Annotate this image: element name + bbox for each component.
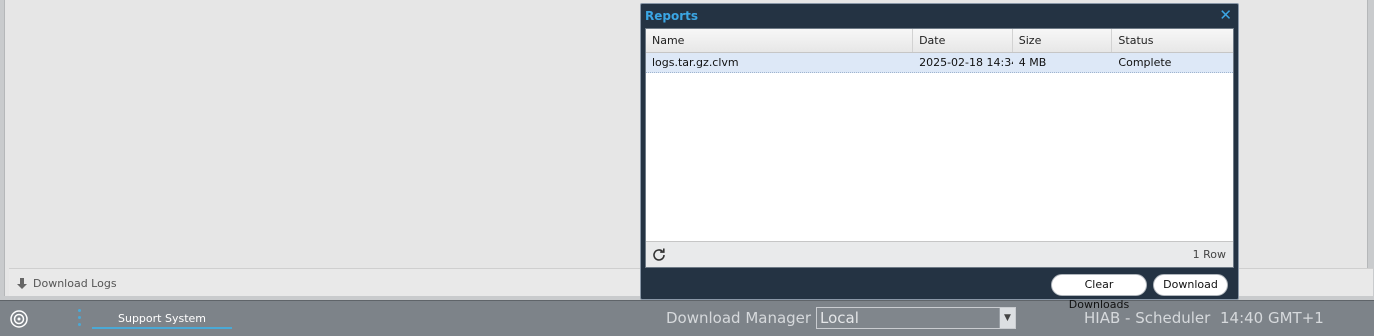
location-select-value: Local bbox=[820, 309, 859, 327]
column-header-date[interactable]: Date bbox=[913, 29, 1013, 52]
reports-table: Name Date Size Status logs.tar.gz.clvm 2… bbox=[645, 28, 1234, 268]
cell-size: 4 MB bbox=[1018, 56, 1047, 69]
refresh-icon[interactable] bbox=[651, 247, 667, 263]
dialog-title: Reports bbox=[645, 9, 699, 23]
reports-dialog: Reports ✕ Name Date Size Status logs.tar… bbox=[640, 3, 1239, 311]
column-header-status[interactable]: Status bbox=[1112, 29, 1233, 52]
download-button[interactable]: Download bbox=[1153, 274, 1228, 296]
clear-downloads-button[interactable]: Clear Downloads bbox=[1051, 274, 1147, 311]
download-logs-button[interactable]: Download Logs bbox=[17, 277, 117, 290]
app-logo-icon[interactable] bbox=[9, 309, 29, 329]
location-select[interactable]: Local ▼ bbox=[816, 307, 1016, 329]
task-support-system[interactable]: Support System bbox=[92, 311, 232, 329]
table-header: Name Date Size Status bbox=[646, 29, 1233, 53]
close-icon[interactable]: ✕ bbox=[1219, 6, 1232, 24]
cell-name: logs.tar.gz.clvm bbox=[652, 56, 739, 69]
cell-status: Complete bbox=[1118, 56, 1172, 69]
clock: 14:40 GMT+1 bbox=[1220, 309, 1324, 327]
download-manager-label: Download Manager bbox=[666, 309, 812, 327]
chevron-down-icon[interactable]: ▼ bbox=[999, 308, 1015, 328]
table-row[interactable]: logs.tar.gz.clvm 2025-02-18 14:34 4 MB C… bbox=[646, 53, 1233, 73]
table-footer: 1 Row bbox=[646, 241, 1233, 267]
column-header-name[interactable]: Name bbox=[646, 29, 914, 52]
download-logs-label: Download Logs bbox=[33, 277, 117, 290]
task-menu-icon[interactable] bbox=[78, 309, 82, 329]
download-arrow-icon bbox=[17, 277, 27, 290]
cell-date: 2025-02-18 14:34 bbox=[919, 56, 1013, 69]
row-count: 1 Row bbox=[1192, 248, 1226, 261]
taskbar: Support System Download Manager Local ▼ … bbox=[0, 300, 1374, 336]
column-header-size[interactable]: Size bbox=[1013, 29, 1113, 52]
